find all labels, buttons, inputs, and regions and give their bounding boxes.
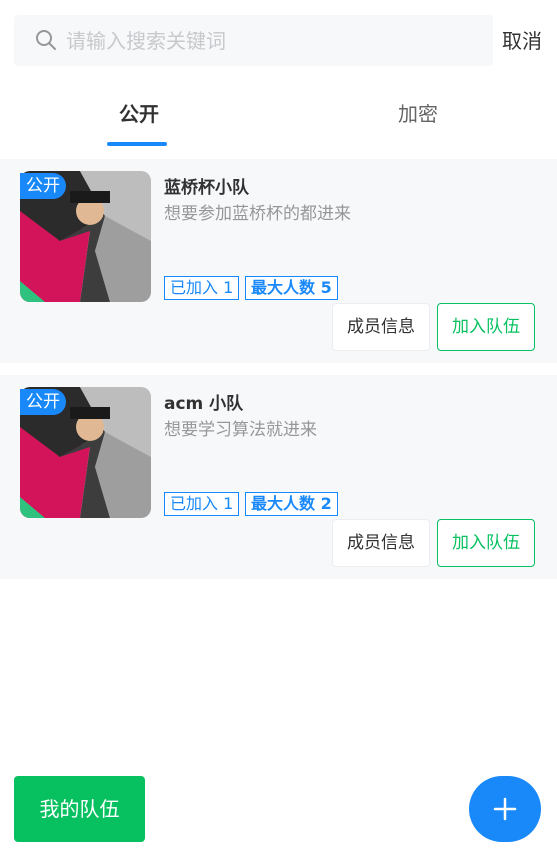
create-team-button[interactable] [469, 776, 541, 842]
search-input[interactable] [66, 15, 486, 66]
my-team-button[interactable]: 我的队伍 [14, 776, 145, 842]
tab-encrypted[interactable]: 加密 [279, 82, 557, 150]
member-info-button[interactable]: 成员信息 [332, 519, 430, 567]
status-badge: 公开 [20, 389, 66, 415]
active-tab-indicator [107, 142, 167, 146]
joined-count-badge: 已加入 1 [164, 276, 240, 300]
team-description: 想要参加蓝桥杯的都进来 [164, 204, 351, 224]
join-team-button[interactable]: 加入队伍 [437, 303, 535, 351]
team-description: 想要学习算法就进来 [164, 420, 317, 440]
search-icon [36, 30, 56, 50]
tab-bar: 公开 加密 [0, 82, 557, 150]
team-card: 公开 蓝桥杯小队 想要参加蓝桥杯的都进来 已加入 1 最大人数 5 成员信息 加… [0, 159, 557, 363]
join-team-button[interactable]: 加入队伍 [437, 519, 535, 567]
plus-icon [493, 797, 517, 821]
cancel-button[interactable]: 取消 [502, 25, 552, 57]
team-name: 蓝桥杯小队 [164, 178, 249, 198]
status-badge: 公开 [20, 173, 66, 199]
search-bar: 取消 [0, 0, 557, 82]
team-search-page: 取消 公开 加密 公开 蓝桥杯小队 想要参加蓝桥杯的都进来 已加入 1 最大人数… [0, 0, 557, 849]
max-members-badge: 最大人数 5 [245, 276, 338, 300]
search-box[interactable] [14, 15, 493, 66]
team-card: 公开 acm 小队 想要学习算法就进来 已加入 1 最大人数 2 成员信息 加入… [0, 375, 557, 579]
tab-public[interactable]: 公开 [0, 82, 278, 150]
joined-count-badge: 已加入 1 [164, 492, 240, 516]
max-members-badge: 最大人数 2 [245, 492, 338, 516]
team-name: acm 小队 [164, 394, 244, 414]
member-info-button[interactable]: 成员信息 [332, 303, 430, 351]
